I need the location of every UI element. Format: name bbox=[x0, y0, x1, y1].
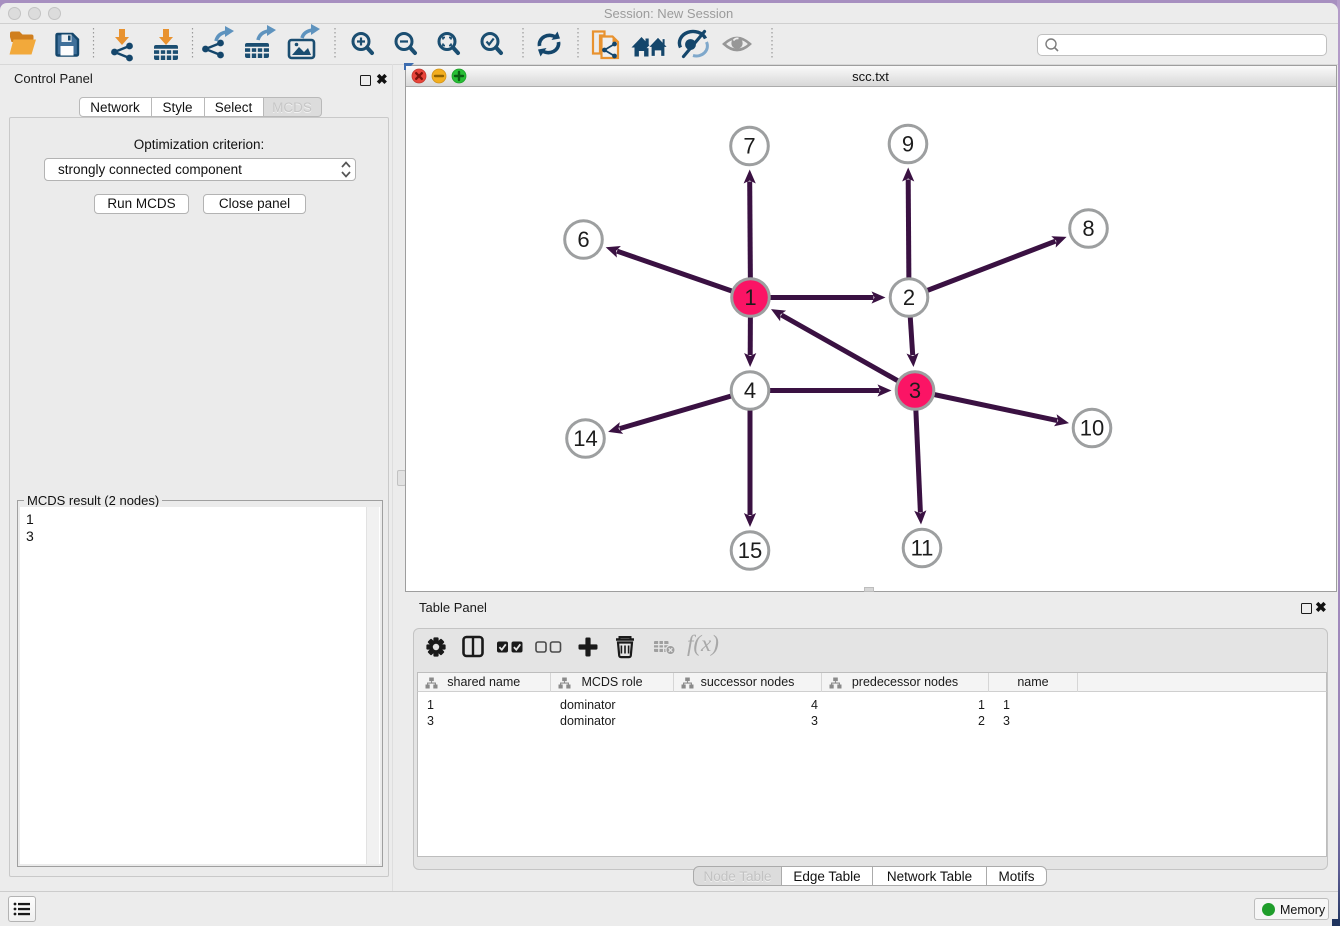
svg-text:3: 3 bbox=[909, 378, 921, 403]
svg-text:6: 6 bbox=[577, 227, 589, 252]
svg-text:4: 4 bbox=[744, 378, 756, 403]
svg-text:9: 9 bbox=[902, 132, 914, 157]
svg-text:2: 2 bbox=[903, 285, 915, 310]
svg-text:10: 10 bbox=[1080, 416, 1104, 441]
svg-text:14: 14 bbox=[573, 426, 597, 451]
svg-text:11: 11 bbox=[911, 536, 934, 561]
svg-text:8: 8 bbox=[1082, 216, 1094, 241]
svg-text:15: 15 bbox=[738, 538, 762, 563]
svg-text:1: 1 bbox=[744, 285, 756, 310]
svg-text:7: 7 bbox=[743, 134, 755, 159]
